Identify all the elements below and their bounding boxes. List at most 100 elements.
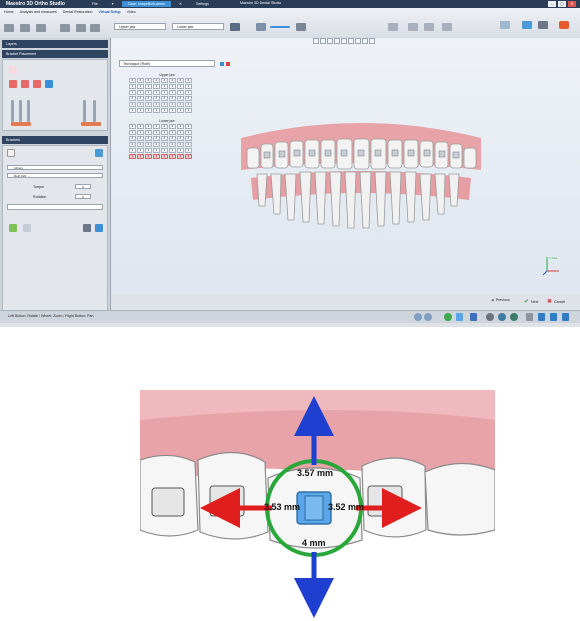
layout-3-icon[interactable] bbox=[442, 23, 452, 31]
upper-jaw-cell[interactable]: 0 bbox=[161, 102, 168, 107]
lower-jaw-cell[interactable]: 0 bbox=[185, 148, 192, 153]
upper-jaw-cell[interactable]: 0 bbox=[145, 90, 152, 95]
upper-jaw-cell[interactable]: 0 bbox=[185, 78, 192, 83]
view-iso-icon[interactable] bbox=[355, 38, 361, 44]
3d-viewport[interactable]: Technique (Roth) Upper jaw 0000000000000… bbox=[111, 38, 580, 294]
lower-jaw-cell[interactable]: 0 bbox=[177, 136, 184, 141]
dental-model-3d[interactable] bbox=[231, 108, 491, 248]
upper-jaw-cell[interactable]: 0 bbox=[145, 108, 152, 113]
upper-jaw-cell[interactable]: 0 bbox=[169, 90, 176, 95]
upper-jaw-cell[interactable]: 0 bbox=[153, 84, 160, 89]
upper-jaw-cell[interactable]: 0 bbox=[129, 102, 136, 107]
search-input[interactable] bbox=[7, 204, 103, 210]
torque-input[interactable]: 0 bbox=[75, 184, 91, 189]
bracket-height-slider-4[interactable] bbox=[83, 100, 86, 122]
lower-jaw-cell[interactable]: 0 bbox=[161, 136, 168, 141]
upper-jaw-cell[interactable]: 0 bbox=[129, 84, 136, 89]
bracket-height-slider-5[interactable] bbox=[93, 100, 96, 122]
upper-jaw-cell[interactable]: 0 bbox=[169, 108, 176, 113]
menu-tab-file[interactable]: File bbox=[86, 1, 104, 7]
close-button[interactable]: ✕ bbox=[568, 1, 576, 7]
upper-jaw-cell[interactable]: 0 bbox=[185, 90, 192, 95]
tab-virtual-setup[interactable]: Virtual Setup bbox=[99, 10, 121, 14]
upper-jaw-cell[interactable]: 0 bbox=[145, 102, 152, 107]
lower-jaw-cell[interactable]: 0 bbox=[145, 148, 152, 153]
lower-jaw-cell[interactable]: 0 bbox=[145, 154, 152, 159]
upper-jaw-cell[interactable]: 0 bbox=[169, 102, 176, 107]
bracket-height-slider-1[interactable] bbox=[11, 100, 14, 122]
lower-jaw-cell[interactable]: 0 bbox=[129, 142, 136, 147]
maximize-button[interactable]: ▢ bbox=[558, 1, 566, 7]
minimize-button[interactable]: – bbox=[548, 1, 556, 7]
layer-toggle-icon[interactable] bbox=[456, 313, 463, 321]
upper-jaw-cell[interactable]: 0 bbox=[185, 102, 192, 107]
cube-view-2-icon[interactable] bbox=[538, 313, 545, 321]
lower-jaw-cell[interactable]: 0 bbox=[161, 124, 168, 129]
view-reset-icon[interactable] bbox=[369, 38, 375, 44]
view-left-icon[interactable] bbox=[327, 38, 333, 44]
upper-jaw-cell[interactable]: 0 bbox=[161, 78, 168, 83]
tooth-tool-3-icon[interactable] bbox=[36, 24, 46, 32]
upper-jaw-cell[interactable]: 0 bbox=[169, 96, 176, 101]
bracket-height-slider-3[interactable] bbox=[27, 100, 30, 122]
rotation-input[interactable]: 0 bbox=[75, 194, 91, 199]
upper-jaw-cell[interactable]: 0 bbox=[137, 84, 144, 89]
layer-toggle-2-icon[interactable] bbox=[470, 313, 477, 321]
lower-jaw-cell[interactable]: 0 bbox=[153, 130, 160, 135]
lower-jaw-cell[interactable]: 0 bbox=[129, 124, 136, 129]
lower-jaw-cell[interactable]: 0 bbox=[137, 130, 144, 135]
zoom-in-icon[interactable] bbox=[414, 313, 422, 321]
lower-jaw-cell[interactable]: 0 bbox=[137, 148, 144, 153]
lower-jaw-cell[interactable]: 0 bbox=[161, 148, 168, 153]
tab-dental-restoration[interactable]: Dental Restoration bbox=[63, 10, 93, 14]
upper-jaw-cell[interactable]: 0 bbox=[169, 84, 176, 89]
library-select[interactable]: Library bbox=[7, 165, 103, 170]
bracket-type-select[interactable]: Roth 022 bbox=[7, 173, 103, 178]
screenshot-icon[interactable] bbox=[522, 21, 532, 29]
technique-close-icon[interactable] bbox=[226, 62, 230, 66]
upper-jaw-cell[interactable]: 0 bbox=[137, 96, 144, 101]
previous-button[interactable]: ◀ Previous bbox=[491, 298, 510, 302]
upper-jaw-cell[interactable]: 0 bbox=[185, 96, 192, 101]
lower-jaw-cell[interactable]: 0 bbox=[177, 130, 184, 135]
upper-jaw-cell[interactable]: 0 bbox=[153, 108, 160, 113]
tab-analysis[interactable]: Analysis and measures bbox=[20, 10, 57, 14]
settings-icon[interactable] bbox=[538, 21, 548, 29]
tab-video[interactable]: Video bbox=[127, 10, 136, 14]
arch-tool-icon[interactable] bbox=[60, 24, 70, 32]
lower-jaw-cell[interactable]: 0 bbox=[137, 142, 144, 147]
lower-jaw-cell[interactable]: 0 bbox=[161, 154, 168, 159]
cube-view-3-icon[interactable] bbox=[550, 313, 557, 321]
remove-bracket-icon[interactable] bbox=[23, 224, 31, 232]
upper-jaw-cell[interactable]: 0 bbox=[137, 102, 144, 107]
next-button[interactable]: ✔ Next bbox=[524, 298, 538, 305]
render-mode-icon[interactable] bbox=[486, 313, 494, 321]
technique-select[interactable]: Technique (Roth) bbox=[119, 60, 230, 67]
upper-jaw-cell[interactable]: 0 bbox=[177, 90, 184, 95]
display-options-icon[interactable] bbox=[296, 23, 306, 31]
lower-jaw-cell[interactable]: 0 bbox=[129, 136, 136, 141]
lower-jaw-cell[interactable]: 0 bbox=[169, 142, 176, 147]
layers-header[interactable]: Layers bbox=[2, 40, 108, 48]
upper-jaw-cell[interactable]: 0 bbox=[177, 108, 184, 113]
bracket-select-icon[interactable] bbox=[95, 149, 103, 157]
upper-jaw-cell[interactable]: 0 bbox=[177, 84, 184, 89]
upper-jaw-cell[interactable]: 0 bbox=[161, 108, 168, 113]
view-mode-icon[interactable] bbox=[230, 23, 240, 31]
lower-jaw-cell[interactable]: 0 bbox=[177, 142, 184, 147]
lower-jaw-cell[interactable]: 0 bbox=[137, 136, 144, 141]
lower-jaw-cell[interactable]: 0 bbox=[145, 136, 152, 141]
move-tool-icon[interactable] bbox=[256, 23, 266, 31]
export-icon[interactable] bbox=[500, 21, 510, 29]
lower-jaw-cell[interactable]: 0 bbox=[169, 136, 176, 141]
technique-edit-icon[interactable] bbox=[220, 62, 224, 66]
upper-jaw-cell[interactable]: 0 bbox=[145, 84, 152, 89]
upper-jaw-cell[interactable]: 0 bbox=[145, 96, 152, 101]
bracket-placement-header[interactable]: Bracket Placement bbox=[2, 50, 108, 58]
lower-jaw-cell[interactable]: 0 bbox=[153, 154, 160, 159]
upper-jaw-cell[interactable]: 0 bbox=[137, 90, 144, 95]
render-mode-2-icon[interactable] bbox=[498, 313, 506, 321]
lower-jaw-cell[interactable]: 0 bbox=[185, 142, 192, 147]
cancel-button[interactable]: ✖ Cancel bbox=[547, 298, 565, 305]
lower-jaw-cell[interactable]: 0 bbox=[185, 130, 192, 135]
